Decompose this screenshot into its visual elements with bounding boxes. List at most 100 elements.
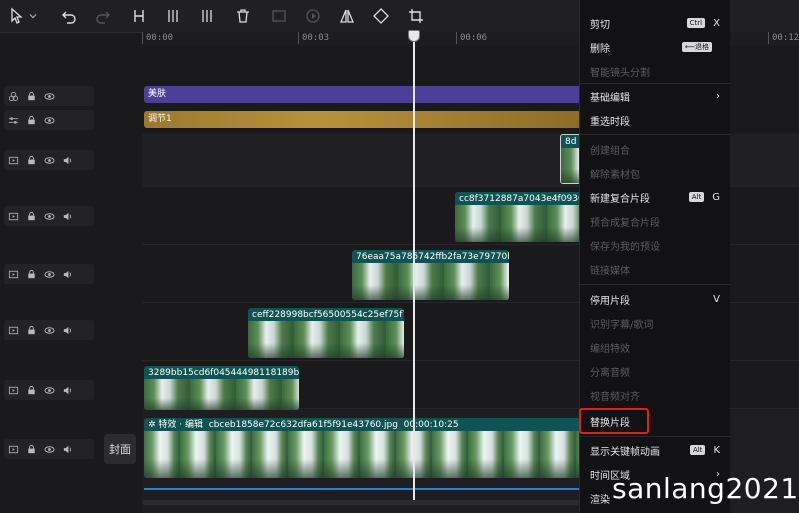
eye-icon[interactable] bbox=[40, 207, 58, 225]
menu-item-cut[interactable]: 剪切 Ctrl X bbox=[580, 11, 730, 35]
video-clip[interactable]: 8d bbox=[560, 134, 581, 184]
speaker-icon[interactable] bbox=[58, 381, 76, 399]
clip-thumbnails bbox=[561, 148, 580, 183]
split-right-icon[interactable] bbox=[196, 5, 218, 27]
menu-item-label: 链接媒体 bbox=[590, 265, 630, 277]
video-clip-label: cc8f3712887a7043e4f09368 bbox=[459, 194, 581, 204]
kbd-badge: ⟵退格 bbox=[681, 42, 712, 52]
menu-item-show-keyframes[interactable]: 显示关键帧动画 Alt K bbox=[580, 438, 730, 462]
lock-icon[interactable] bbox=[22, 381, 40, 399]
main-clip-effect: 特效 · 编辑 bbox=[158, 420, 203, 430]
video-clip-label: ceff228998bcf56500554c25ef75f791 bbox=[252, 310, 404, 320]
menu-item-new-compound[interactable]: 新建复合片段 Alt G bbox=[580, 185, 730, 209]
freeze-frame-icon[interactable] bbox=[268, 5, 290, 27]
video-clip[interactable]: ceff228998bcf56500554c25ef75f791 bbox=[248, 308, 404, 358]
main-video-clip[interactable]: ✲ 特效 · 编辑 cbceb1858e72c632dfa61f5f91e437… bbox=[144, 418, 581, 478]
lock-icon[interactable] bbox=[22, 207, 40, 225]
track-controls-video-1 bbox=[4, 150, 94, 170]
eye-icon[interactable] bbox=[40, 87, 58, 105]
main-clip-duration: 00:00:10:25 bbox=[403, 420, 459, 430]
speaker-icon[interactable] bbox=[58, 321, 76, 339]
adjust-track-icon bbox=[4, 111, 22, 129]
track-controls-panel bbox=[0, 46, 96, 513]
crop-icon[interactable] bbox=[405, 5, 427, 27]
video-clip[interactable]: 3289bb15cd6f04544498118189b7ae bbox=[144, 366, 299, 410]
lock-icon[interactable] bbox=[22, 151, 40, 169]
menu-item-separate-audio[interactable]: 分离音频 bbox=[580, 359, 730, 383]
context-menu: 剪切 Ctrl X 删除 ⟵退格 智能镜头分割 基础编辑 › 重选时段 创建组合 解除素… bbox=[579, 0, 730, 513]
menu-item-create-group[interactable]: 创建组合 bbox=[580, 137, 730, 161]
clip-thumbnails bbox=[455, 205, 581, 242]
menu-item-basic-edit[interactable]: 基础编辑 › bbox=[580, 84, 730, 108]
menu-item-save-preset[interactable]: 保存为我的预设 bbox=[580, 233, 730, 257]
video-track-icon bbox=[4, 321, 22, 339]
menu-item-label: 停用片段 bbox=[590, 295, 630, 307]
ruler-tick: 00:12 bbox=[768, 32, 799, 44]
split-left-icon[interactable] bbox=[162, 5, 184, 27]
menu-item-label: 基础编辑 bbox=[590, 92, 630, 104]
menu-item-label: 删除 bbox=[590, 43, 610, 55]
lock-icon[interactable] bbox=[22, 265, 40, 283]
speaker-icon[interactable] bbox=[58, 265, 76, 283]
kbd-badge: Ctrl bbox=[686, 18, 706, 28]
video-clip[interactable]: cc8f3712887a7043e4f09368 bbox=[455, 192, 581, 242]
clip-thumbnails bbox=[144, 431, 581, 478]
ruler-tick: 00:06 bbox=[456, 32, 487, 44]
menu-item-ungroup-pack[interactable]: 解除素材包 bbox=[580, 161, 730, 185]
lock-icon[interactable] bbox=[22, 321, 40, 339]
clip-thumbnails bbox=[352, 263, 509, 300]
menu-item-label: 新建复合片段 bbox=[590, 193, 650, 205]
eye-icon[interactable] bbox=[40, 381, 58, 399]
track-controls-video-5 bbox=[4, 380, 94, 400]
eye-icon[interactable] bbox=[40, 440, 58, 458]
menu-item-recognize-subtitles[interactable]: 识别字幕/歌词 bbox=[580, 311, 730, 335]
cover-button[interactable]: 封面 bbox=[104, 434, 136, 464]
adjust-clip[interactable]: 调节1 bbox=[144, 111, 581, 128]
redo-icon[interactable] bbox=[92, 5, 114, 27]
speaker-icon[interactable] bbox=[58, 440, 76, 458]
lock-icon[interactable] bbox=[22, 111, 40, 129]
menu-item-label: 解除素材包 bbox=[590, 169, 640, 181]
beauty-effect-clip[interactable]: 美肤 bbox=[144, 86, 581, 103]
select-cursor-icon[interactable] bbox=[6, 5, 28, 27]
video-clip[interactable]: 76eaa75a785742ffb2fa73e79770b28 bbox=[352, 250, 509, 300]
menu-item-av-align[interactable]: 视音频对齐 bbox=[580, 383, 730, 407]
playhead-handle[interactable] bbox=[408, 30, 420, 42]
lock-icon[interactable] bbox=[22, 87, 40, 105]
track-controls-video-4 bbox=[4, 320, 94, 340]
speaker-icon[interactable] bbox=[58, 207, 76, 225]
horizontal-scrollbar[interactable] bbox=[142, 500, 579, 505]
undo-icon[interactable] bbox=[58, 5, 80, 27]
menu-item-delete[interactable]: 删除 ⟵退格 bbox=[580, 35, 730, 59]
rotate-icon[interactable] bbox=[370, 5, 392, 27]
eye-icon[interactable] bbox=[40, 111, 58, 129]
menu-item-reselect-period[interactable]: 重选时段 bbox=[580, 108, 730, 132]
video-clip-label: 8d bbox=[565, 137, 577, 147]
chevron-down-icon[interactable] bbox=[26, 5, 40, 27]
kbd-badge: Alt bbox=[689, 445, 706, 455]
menu-item-label: 显示关键帧动画 bbox=[590, 446, 660, 458]
menu-item-link-media[interactable]: 链接媒体 bbox=[580, 257, 730, 281]
menu-item-disable-clip[interactable]: 停用片段 V bbox=[580, 287, 730, 311]
speaker-icon[interactable] bbox=[58, 151, 76, 169]
video-clip-label: 3289bb15cd6f04544498118189b7ae bbox=[148, 368, 299, 378]
menu-item-label: 创建组合 bbox=[590, 145, 630, 157]
menu-item-smart-split[interactable]: 智能镜头分割 bbox=[580, 59, 730, 83]
video-track-icon bbox=[4, 265, 22, 283]
mirror-icon[interactable] bbox=[336, 5, 358, 27]
shortcut-key: X bbox=[713, 17, 720, 29]
menu-item-label: 智能镜头分割 bbox=[590, 67, 650, 79]
split-icon[interactable] bbox=[128, 5, 150, 27]
lock-icon[interactable] bbox=[22, 440, 40, 458]
playhead[interactable] bbox=[413, 30, 415, 500]
eye-icon[interactable] bbox=[40, 321, 58, 339]
eye-icon[interactable] bbox=[40, 151, 58, 169]
eye-icon[interactable] bbox=[40, 265, 58, 283]
menu-item-label: 编组特效 bbox=[590, 343, 630, 355]
menu-item-group-effects[interactable]: 编组特效 bbox=[580, 335, 730, 359]
menu-item-precompose[interactable]: 预合成复合片段 bbox=[580, 209, 730, 233]
ruler-tick: 00:00 bbox=[142, 32, 173, 44]
delete-icon[interactable] bbox=[232, 5, 254, 27]
clip-thumbnails bbox=[248, 321, 404, 358]
play-reverse-icon[interactable] bbox=[302, 5, 324, 27]
